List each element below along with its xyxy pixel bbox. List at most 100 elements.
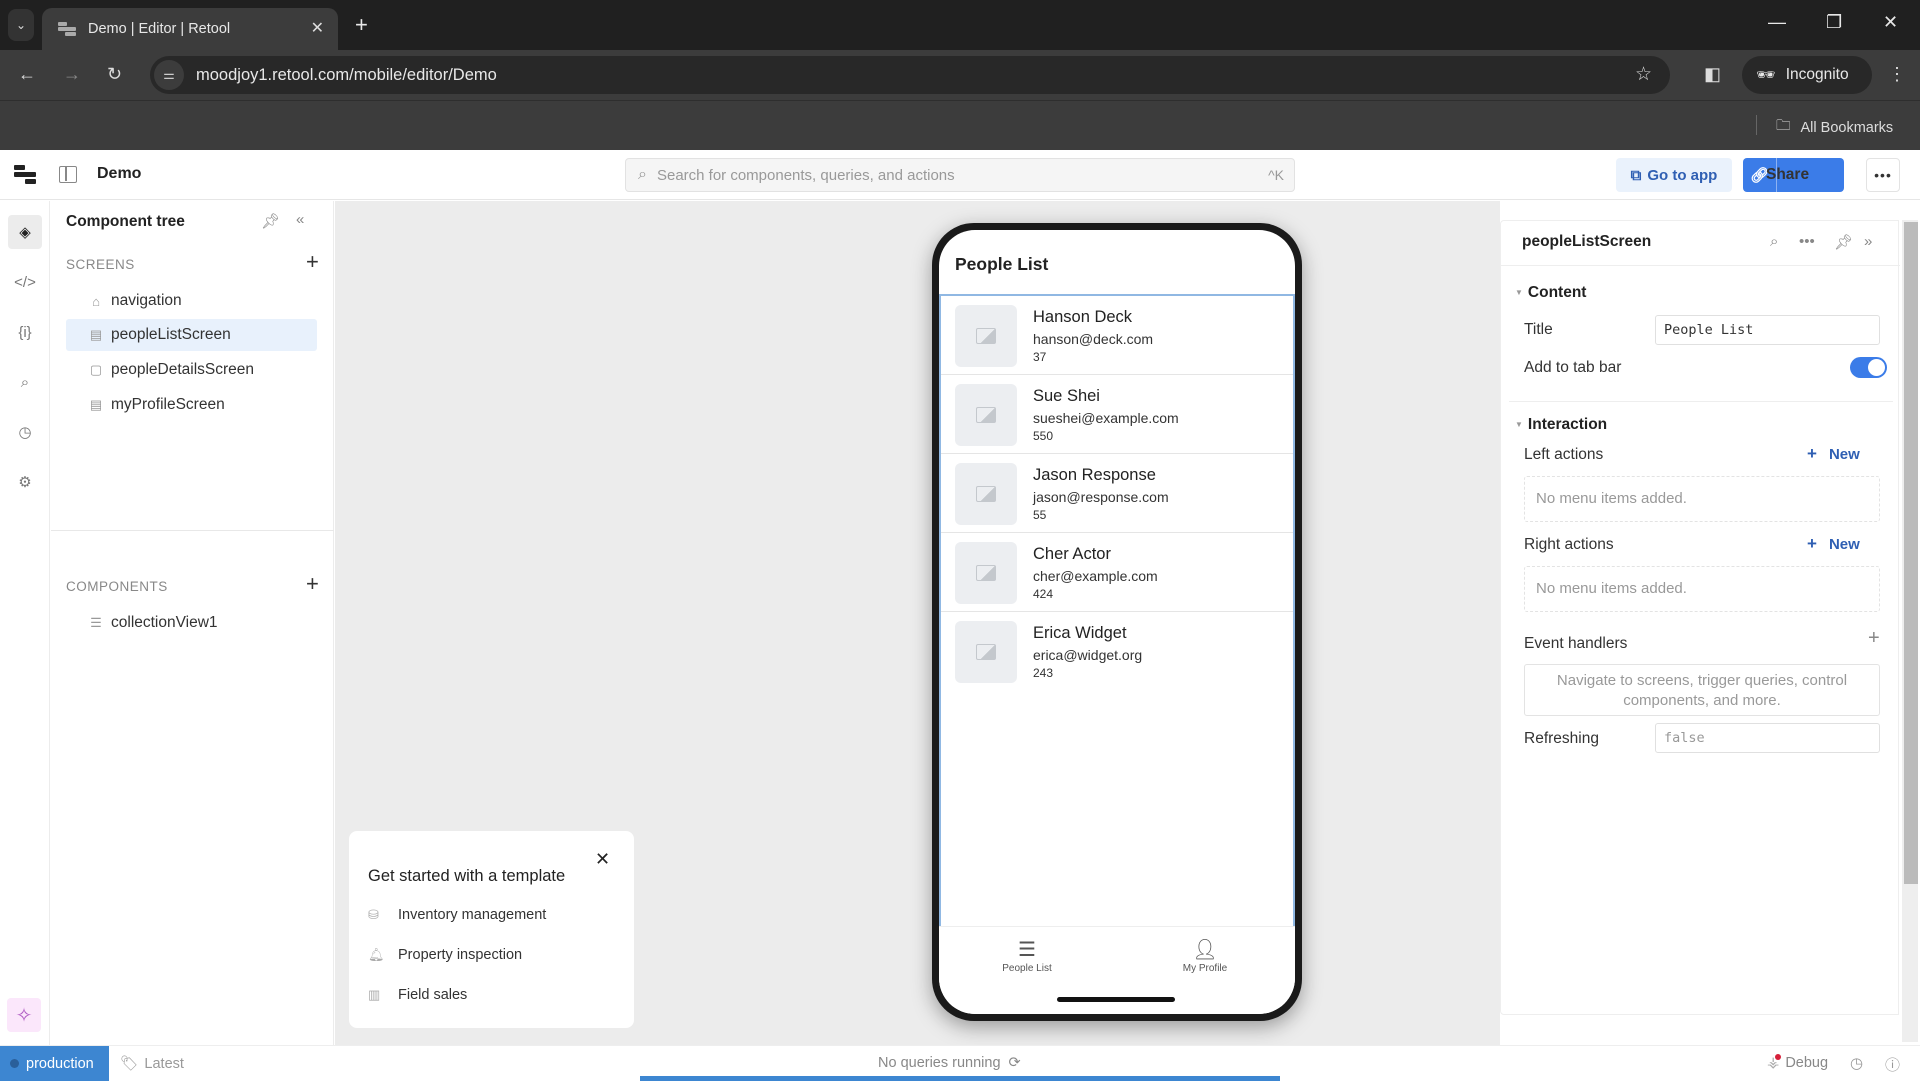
event-handlers-hint[interactable]: Navigate to screens, trigger queries, co… [1524, 664, 1880, 716]
person-name: Erica Widget [1033, 624, 1127, 642]
section-label: Interaction [1527, 416, 1608, 433]
window-close-icon[interactable]: ✕ [1883, 12, 1898, 33]
interaction-section-header[interactable]: ▼ Interaction [1515, 416, 1607, 434]
template-label: Property inspection [398, 947, 523, 963]
bookmark-star-icon[interactable]: ☆ [1635, 63, 1652, 86]
new-label: New [1828, 446, 1860, 463]
component-tree-icon[interactable]: ◈ [8, 215, 42, 249]
inspector-panel: peopleListScreen ⌕ ••• 📌︎ » ▼ Content Tit… [1500, 220, 1900, 1015]
reload-icon[interactable]: ↻ [107, 64, 122, 85]
status-bar: production 🏷︎ Latest No queries running ⟳ … [0, 1045, 1920, 1081]
collapse-inspector-icon[interactable]: » [1864, 233, 1872, 250]
person-email: erica@widget.org [1033, 647, 1143, 663]
minimize-icon[interactable]: — [1768, 12, 1786, 33]
more-icon[interactable]: ••• [1799, 233, 1815, 250]
folder-icon: 🗀 [1776, 118, 1791, 134]
phone-tab-bar: ☰ People List 👤︎ My Profile [939, 926, 1295, 1014]
template-field-sales[interactable]: ▥ Field sales [368, 987, 467, 1003]
person-email: sueshei@example.com [1033, 410, 1179, 426]
new-tab-icon[interactable]: + [355, 12, 368, 38]
browser-tab[interactable]: Demo | Editor | Retool ✕ [42, 8, 338, 50]
tab-search-button[interactable]: ⌄ [8, 9, 34, 41]
pin-icon[interactable]: 📌︎ [261, 212, 280, 230]
search-icon[interactable]: ⌕ [1770, 233, 1778, 250]
search-icon[interactable]: ⌕ [8, 365, 42, 399]
tab-label: People List [1002, 963, 1052, 974]
inspector-title[interactable]: peopleListScreen [1522, 233, 1651, 251]
assist-sparkle-icon[interactable]: ✧ [7, 998, 41, 1032]
add-component-icon[interactable]: + [306, 571, 319, 597]
app-name[interactable]: Demo [97, 165, 141, 183]
share-button[interactable]: 🔗︎ Share [1743, 158, 1844, 192]
history-icon[interactable]: ◷ [8, 415, 42, 449]
component-search-input[interactable]: ⌕ Search for components, queries, and ac… [625, 158, 1295, 192]
component-tree-panel: Component tree 📌︎ « SCREENS + ⌂ navigatio… [51, 201, 334, 1045]
code-icon[interactable]: </> [8, 265, 42, 299]
debug-button[interactable]: ⚶ Debug [1767, 1054, 1828, 1071]
add-screen-icon[interactable]: + [306, 249, 319, 275]
side-panel-icon[interactable]: ◧ [1704, 64, 1721, 85]
history-icon[interactable]: ◷ [1850, 1054, 1863, 1072]
inspector-scrollbar[interactable] [1902, 220, 1918, 1042]
content-section-header[interactable]: ▼ Content [1515, 284, 1586, 302]
environment-dot-icon [10, 1059, 19, 1068]
list-item[interactable]: Cher Actor cher@example.com 424 [941, 533, 1293, 612]
caret-down-icon: ▼ [1515, 288, 1523, 298]
tab-my-profile[interactable]: 👤︎ My Profile [1145, 937, 1265, 974]
unpin-icon[interactable]: 📌︎ [1834, 233, 1853, 251]
tree-item-label: peopleListScreen [111, 326, 231, 343]
collapse-panel-icon[interactable]: « [296, 211, 304, 228]
image-placeholder-icon [955, 621, 1017, 683]
template-property-inspection[interactable]: 🔔︎ Property inspection [368, 947, 522, 963]
help-icon[interactable]: ⓘ [1885, 1054, 1900, 1075]
search-shortcut: ^K [1268, 167, 1284, 183]
tree-item-peopledetailsscreen[interactable]: ▢ peopleDetailsScreen [66, 354, 317, 386]
list-item[interactable]: Erica Widget erica@widget.org 243 [941, 612, 1293, 691]
screen-title: People List [955, 254, 1049, 274]
go-to-app-button[interactable]: ⧉ Go to app [1616, 158, 1732, 192]
tab-close-icon[interactable]: ✕ [311, 18, 324, 38]
state-icon[interactable]: {i} [8, 315, 42, 349]
site-info-icon[interactable]: ⚌ [154, 60, 184, 90]
list-item[interactable]: Hanson Deck hanson@deck.com 37 [941, 296, 1293, 375]
editor-canvas[interactable]: People List Hanson Deck hanson@deck.com 37… [335, 201, 1500, 1045]
environment-button[interactable]: production [0, 1046, 109, 1081]
more-options-button[interactable]: ••• [1866, 158, 1900, 192]
close-icon[interactable]: ✕ [595, 849, 610, 870]
queries-status-label: No queries running [878, 1055, 1001, 1071]
maximize-icon[interactable]: ❐ [1826, 12, 1842, 33]
list-item[interactable]: Sue Shei sueshei@example.com 550 [941, 375, 1293, 454]
refreshing-input[interactable]: false [1655, 723, 1880, 753]
browser-menu-icon[interactable]: ⋮ [1888, 64, 1906, 85]
new-right-action-button[interactable]: + New [1807, 534, 1860, 554]
add-event-handler-icon[interactable]: + [1868, 627, 1880, 650]
settings-gear-icon[interactable]: ⚙ [8, 465, 42, 499]
back-icon[interactable]: ← [18, 64, 36, 85]
retool-logo-icon[interactable] [14, 165, 36, 185]
tab-people-list[interactable]: ☰ People List [967, 937, 1087, 974]
new-left-action-button[interactable]: + New [1807, 444, 1860, 464]
tree-item-peoplelistscreen[interactable]: ▤ peopleListScreen [66, 319, 317, 351]
title-input[interactable]: People List [1655, 315, 1880, 345]
tree-item-label: navigation [111, 292, 182, 309]
add-to-tab-bar-toggle[interactable] [1850, 357, 1887, 378]
all-bookmarks-button[interactable]: 🗀 All Bookmarks [1776, 115, 1893, 140]
list-item[interactable]: Jason Response jason@response.com 55 [941, 454, 1293, 533]
address-bar[interactable]: ⚌ moodjoy1.retool.com/mobile/editor/Demo… [150, 56, 1670, 94]
layout-toggle-icon[interactable] [59, 166, 77, 183]
version-button[interactable]: 🏷︎ Latest [120, 1055, 184, 1072]
collection-view[interactable]: Hanson Deck hanson@deck.com 37 Sue Shei sue… [939, 296, 1295, 926]
person-email: jason@response.com [1033, 489, 1169, 505]
list-icon: ☰ [90, 615, 102, 630]
incognito-badge[interactable]: 🕶 Incognito [1742, 56, 1872, 94]
phone-screen[interactable]: People List Hanson Deck hanson@deck.com 37… [939, 230, 1295, 1014]
refresh-icon[interactable]: ⟳ [1009, 1055, 1021, 1071]
tree-item-collectionview1[interactable]: ☰ collectionView1 [66, 607, 317, 639]
tree-item-myprofilescreen[interactable]: ▤ myProfileScreen [66, 389, 317, 421]
forward-icon[interactable]: → [63, 64, 81, 85]
url-text[interactable]: moodjoy1.retool.com/mobile/editor/Demo [196, 66, 497, 85]
section-divider [1509, 401, 1893, 402]
template-inventory-management[interactable]: ⛁ Inventory management [368, 907, 546, 923]
environment-label: production [26, 1055, 94, 1072]
tree-item-navigation[interactable]: ⌂ navigation [66, 285, 317, 317]
